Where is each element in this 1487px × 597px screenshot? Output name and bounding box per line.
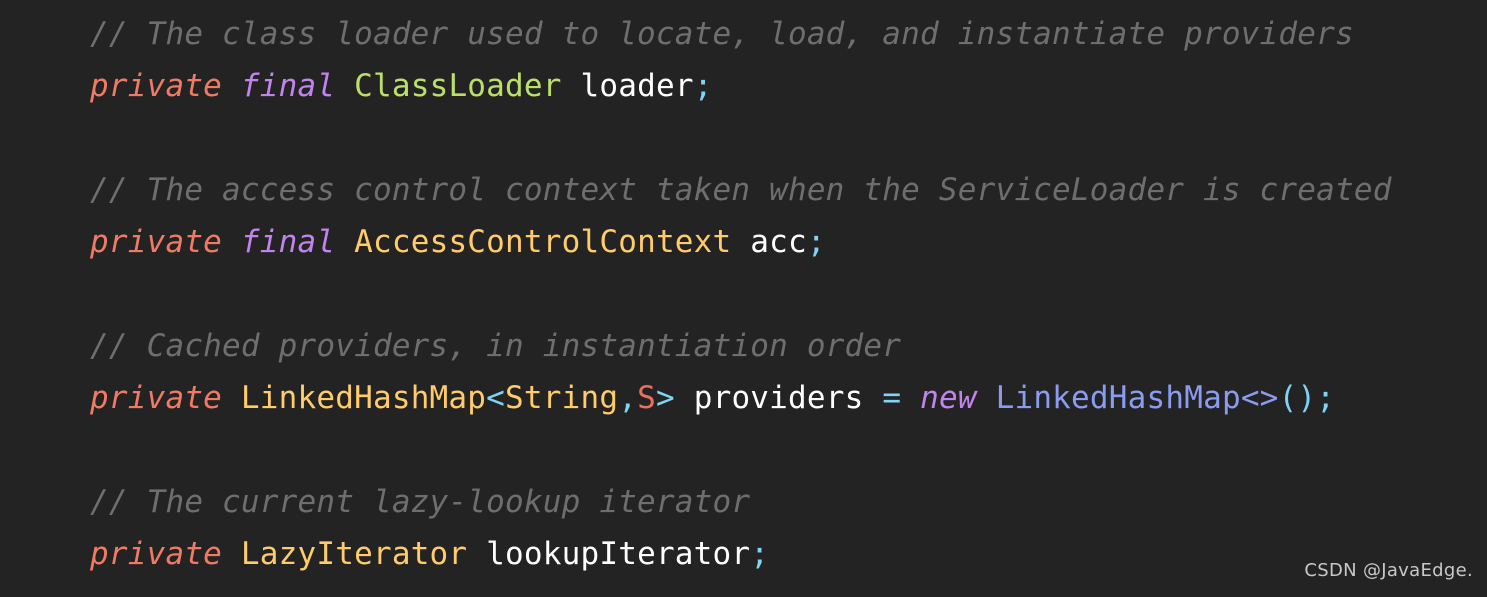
code-token: final [240, 68, 336, 104]
code-editor-content[interactable]: // The class loader used to locate, load… [90, 8, 1487, 597]
code-line[interactable]: // The class loader used to locate, load… [90, 8, 1487, 60]
code-token: acc [750, 224, 807, 260]
code-token: AccessControlContext [354, 224, 732, 260]
code-token: lookupIterator [486, 536, 751, 572]
code-token: private [90, 224, 223, 260]
code-line[interactable]: // Cached providers, in instantiation or… [90, 320, 1487, 372]
code-line[interactable]: // The access control context taken when… [90, 164, 1487, 216]
code-token: ; [750, 536, 770, 572]
code-token: // The class loader used to locate, load… [90, 16, 1354, 52]
code-token: new [920, 380, 977, 416]
code-line-blank[interactable] [90, 268, 1487, 320]
code-token: ClassLoader [354, 68, 562, 104]
code-token: LinkedHashMap<> [995, 380, 1279, 416]
code-line-blank[interactable] [90, 424, 1487, 476]
csdn-watermark: CSDN @JavaEdge. [1304, 560, 1473, 581]
code-screenshot: // The class loader used to locate, load… [0, 0, 1487, 597]
code-token: (); [1278, 380, 1336, 416]
code-token: > [655, 380, 675, 416]
code-token: S [637, 380, 656, 416]
code-token: private [90, 536, 223, 572]
code-line[interactable]: private LazyIterator lookupIterator; [90, 528, 1487, 580]
code-token: , [618, 380, 638, 416]
code-token: loader [580, 68, 694, 104]
code-token: = [882, 380, 902, 416]
code-token: < [486, 380, 506, 416]
code-token: // The access control context taken when… [90, 172, 1392, 208]
code-line[interactable]: private final ClassLoader loader; [90, 60, 1487, 112]
code-token: private [90, 68, 223, 104]
code-token: ; [806, 224, 826, 260]
code-token: final [240, 224, 336, 260]
code-line[interactable]: private final AccessControlContext acc; [90, 216, 1487, 268]
code-line[interactable]: // The current lazy-lookup iterator [90, 476, 1487, 528]
code-line-blank[interactable] [90, 112, 1487, 164]
code-token: providers [693, 380, 864, 416]
code-token: // Cached providers, in instantiation or… [90, 328, 902, 364]
code-token: LazyIterator [240, 536, 468, 572]
code-token: LinkedHashMap [240, 380, 487, 416]
code-token: private [90, 380, 223, 416]
code-line[interactable]: private LinkedHashMap<String,S> provider… [90, 372, 1487, 424]
code-token: String [505, 380, 619, 416]
code-token: // The current lazy-lookup iterator [90, 484, 751, 520]
code-token: ; [693, 68, 713, 104]
